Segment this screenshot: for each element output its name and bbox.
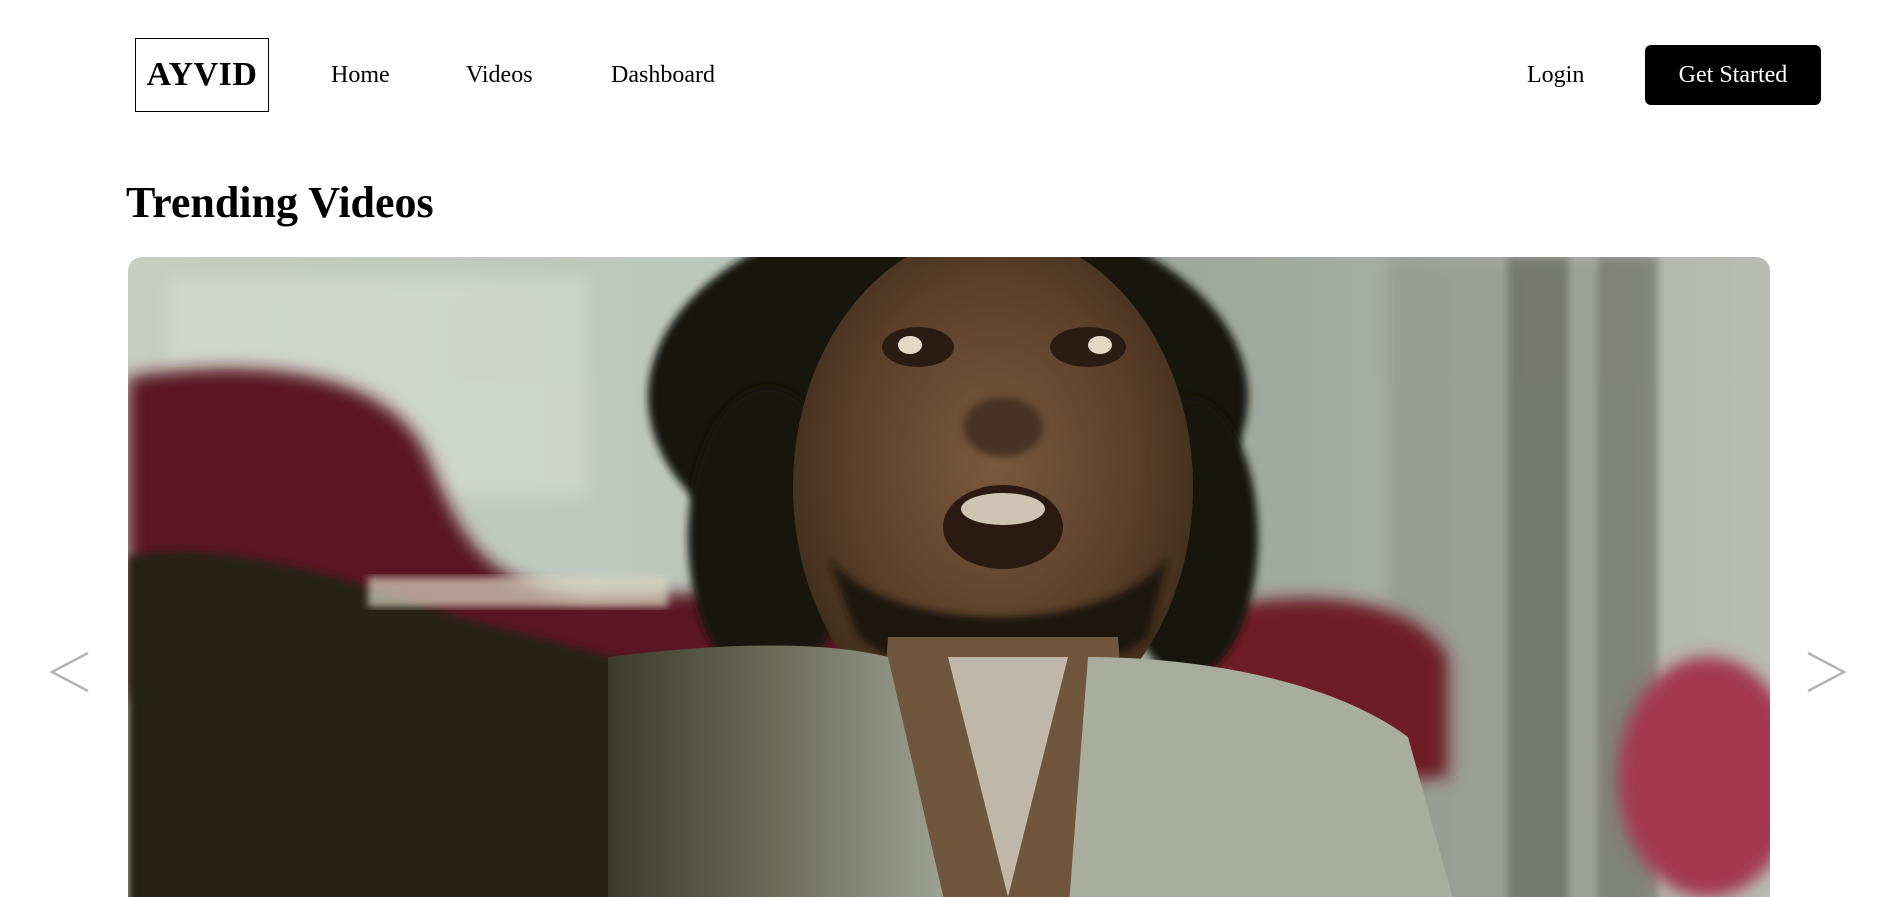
section-title: Trending Videos [126,178,434,227]
nav-link-dashboard[interactable]: Dashboard [611,58,715,92]
nav-link-home[interactable]: Home [331,58,390,92]
chevron-left-icon[interactable] [48,647,92,697]
navbar: AYVID Home Videos Dashboard Login Get St… [0,0,1894,150]
logo[interactable]: AYVID [135,38,269,112]
chevron-right-icon[interactable] [1804,647,1848,697]
video-thumbnail[interactable] [128,257,1770,897]
nav-link-videos[interactable]: Videos [466,58,533,92]
trending-carousel [0,257,1894,897]
video-thumbnail-image [128,257,1770,897]
login-link[interactable]: Login [1527,58,1584,92]
page: AYVID Home Videos Dashboard Login Get St… [0,0,1894,897]
get-started-button[interactable]: Get Started [1645,45,1821,105]
